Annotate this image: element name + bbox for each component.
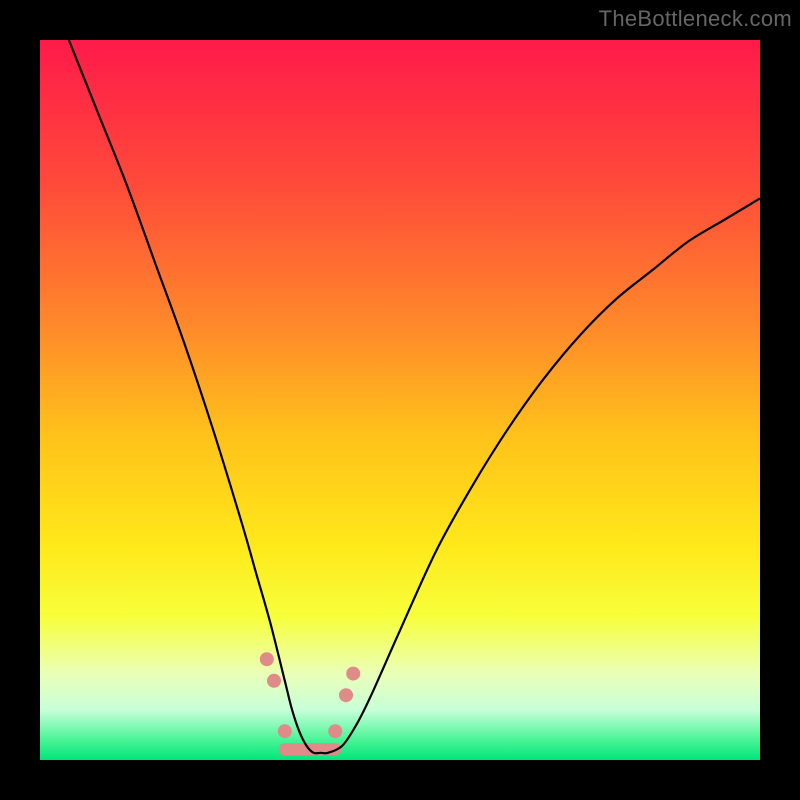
- minimum-dot: [278, 724, 292, 738]
- minimum-dot: [260, 652, 274, 666]
- chart-frame: TheBottleneck.com: [0, 0, 800, 800]
- minimum-dot: [267, 674, 281, 688]
- watermark-text: TheBottleneck.com: [599, 6, 792, 32]
- bottleneck-curve: [69, 40, 760, 753]
- chart-curves: [40, 40, 760, 760]
- minimum-dot: [346, 667, 360, 681]
- minimum-marker: [260, 652, 360, 749]
- plot-area: [40, 40, 760, 760]
- minimum-dot: [328, 724, 342, 738]
- minimum-dot: [339, 688, 353, 702]
